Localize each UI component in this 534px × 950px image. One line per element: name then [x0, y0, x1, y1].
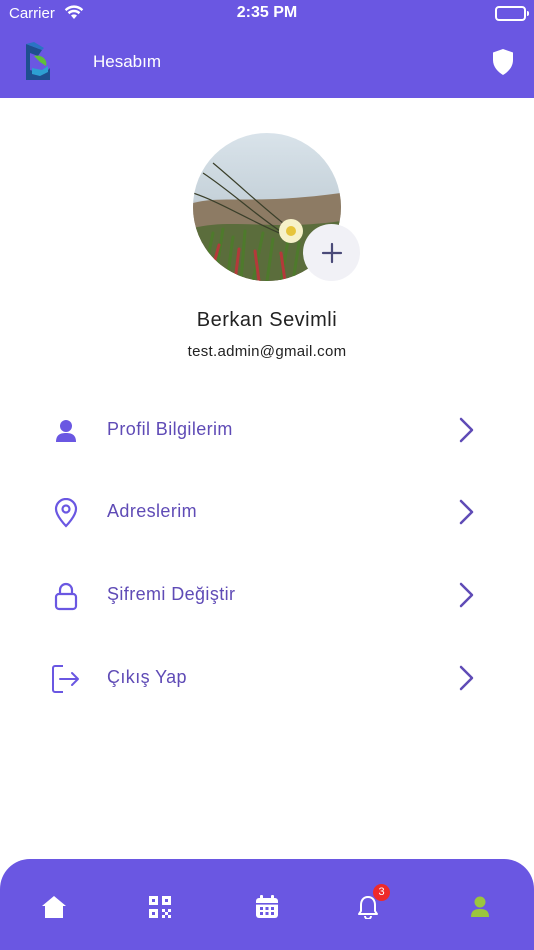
user-icon	[50, 415, 82, 447]
menu-item-label: Şifremi Değiştir	[107, 584, 236, 604]
app-logo	[20, 40, 54, 84]
menu-item-logout[interactable]: Çıkış Yap	[0, 647, 534, 707]
home-icon[interactable]	[40, 893, 68, 921]
plus-icon	[321, 242, 342, 263]
menu-item-label: Profil Bilgilerim	[107, 419, 233, 439]
profile-email: test.admin@gmail.com	[187, 343, 347, 360]
battery-icon	[495, 6, 529, 21]
location-pin-icon	[50, 497, 82, 529]
app-header: Carrier 2:35 PM Hesabım	[0, 0, 534, 98]
user-icon[interactable]	[466, 893, 494, 921]
menu-item-change-password[interactable]: Şifremi Değiştir	[0, 564, 534, 624]
menu-item-addresses[interactable]: Adreslerim	[0, 481, 534, 541]
notification-badge: 3	[373, 884, 390, 901]
calendar-icon[interactable]	[253, 893, 281, 921]
menu-item-label: Çıkış Yap	[107, 667, 187, 687]
add-photo-button[interactable]	[303, 224, 360, 281]
shield-icon[interactable]	[491, 48, 515, 81]
page-title: Hesabım	[93, 52, 162, 71]
menu-item-profile-info[interactable]: Profil Bilgilerim	[0, 399, 534, 459]
chevron-right-icon	[456, 664, 476, 697]
profile-name: Berkan Sevimli	[196, 309, 338, 331]
chevron-right-icon	[456, 416, 476, 449]
lock-icon	[50, 580, 82, 612]
qr-code-icon[interactable]	[146, 893, 174, 921]
bottom-nav	[0, 859, 534, 950]
status-bar: Carrier 2:35 PM	[0, 0, 534, 28]
status-time: 2:35 PM	[236, 4, 298, 21]
chevron-right-icon	[456, 581, 476, 614]
chevron-right-icon	[456, 498, 476, 531]
menu-item-label: Adreslerim	[107, 501, 198, 521]
logout-icon	[50, 663, 82, 695]
